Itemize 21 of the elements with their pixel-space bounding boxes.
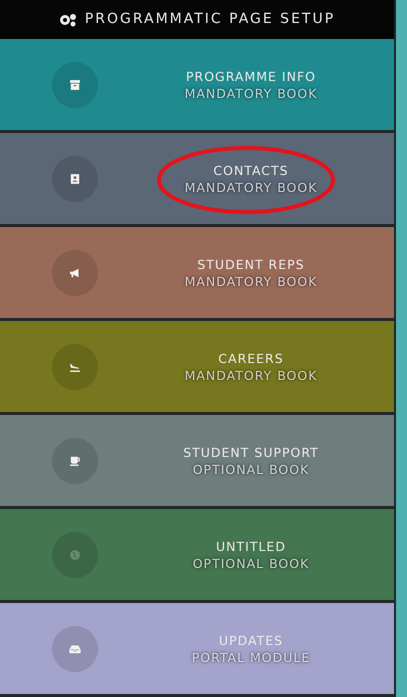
book-item[interactable]: CONTACTS MANDATORY BOOK xyxy=(0,133,394,227)
item-title: PROGRAMME INFO xyxy=(185,68,317,84)
book-item[interactable]: PROGRAMME INFO MANDATORY BOOK xyxy=(0,39,394,133)
page-title: PROGRAMMATIC PAGE SETUP xyxy=(84,10,336,29)
item-subtitle: MANDATORY BOOK xyxy=(184,366,318,384)
item-subtitle: MANDATORY BOOK xyxy=(184,178,318,196)
item-subtitle: MANDATORY BOOK xyxy=(184,272,318,290)
item-title: CAREERS xyxy=(217,350,285,366)
item-subtitle: PORTAL MODULE xyxy=(190,648,312,666)
book-item[interactable]: UPDATES PORTAL MODULE xyxy=(0,603,394,697)
item-subtitle: MANDATORY BOOK xyxy=(184,84,318,102)
item-title: UNTITLED xyxy=(215,538,287,554)
item-subtitle: OPTIONAL BOOK xyxy=(192,554,310,572)
book-item[interactable]: STUDENT SUPPORT OPTIONAL BOOK xyxy=(0,415,394,509)
book-item[interactable]: STUDENT REPS MANDATORY BOOK xyxy=(0,227,394,321)
item-title: UPDATES xyxy=(218,632,284,648)
item-subtitle: OPTIONAL BOOK xyxy=(192,460,310,478)
item-title: CONTACTS xyxy=(212,162,290,178)
book-item[interactable]: CAREERS MANDATORY BOOK xyxy=(0,321,394,415)
item-title: STUDENT REPS xyxy=(196,256,306,272)
item-title: STUDENT SUPPORT xyxy=(182,444,320,460)
